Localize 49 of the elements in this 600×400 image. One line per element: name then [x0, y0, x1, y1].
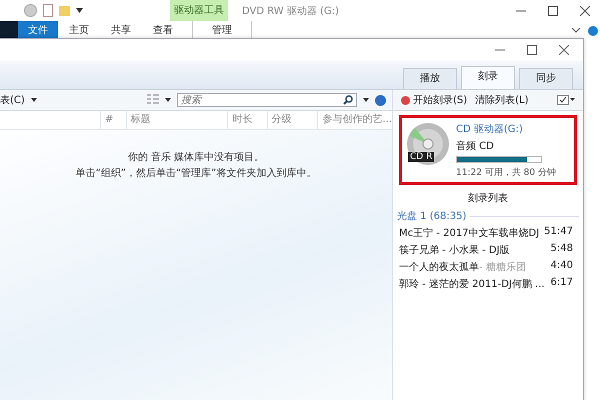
- ribbon-tab[interactable]: 主页: [58, 21, 100, 40]
- track-title[interactable]: 一个人的夜太孤单- 糖糖乐团: [399, 260, 526, 274]
- help-icon[interactable]: [588, 26, 598, 36]
- burn-options-icon[interactable]: [557, 95, 575, 105]
- close-icon[interactable]: [580, 6, 590, 16]
- close-icon[interactable]: [559, 45, 569, 55]
- player-tab[interactable]: 播放: [403, 68, 457, 89]
- caret-icon[interactable]: [76, 8, 83, 13]
- player-tab[interactable]: 刻录: [461, 66, 515, 89]
- search-input[interactable]: 搜索: [181, 94, 343, 106]
- disc-header: 光盘 1 (68:35): [397, 210, 466, 223]
- track-duration: 4:40: [550, 260, 573, 273]
- window-title: DVD RW 驱动器 (G:): [242, 4, 339, 18]
- properties-icon[interactable]: [43, 4, 53, 17]
- view-options-icon[interactable]: [147, 94, 159, 106]
- burn-list-title: 刻录列表: [467, 192, 509, 205]
- column-header[interactable]: 参与创作的艺...: [317, 111, 392, 129]
- caret-icon[interactable]: [363, 98, 369, 102]
- drive-name: CD 驱动器(G:): [456, 123, 524, 136]
- ribbon-tab[interactable]: 查看: [142, 21, 184, 40]
- clear-list-button[interactable]: 清除列表(L): [475, 93, 529, 107]
- chevron-icon[interactable]: [572, 28, 580, 33]
- help-icon[interactable]: [375, 94, 386, 106]
- search-icon[interactable]: [343, 95, 353, 105]
- track-duration: 6:17: [550, 277, 573, 290]
- maximize-icon[interactable]: [548, 6, 558, 16]
- empty-library-message: 你的 音乐 媒体库中没有项目。: [128, 150, 264, 164]
- maximize-icon[interactable]: [527, 45, 537, 55]
- track-duration: 5:48: [550, 243, 573, 256]
- track-title[interactable]: 郭玲 - 迷茫的爱 2011-DJ何鹏 ...: [399, 277, 545, 291]
- contextual-tab-group: 驱动器工具: [170, 0, 228, 21]
- start-burn-button[interactable]: 开始刻录(S): [401, 93, 468, 107]
- disc-type: 音频 CD: [456, 140, 495, 153]
- ribbon-tab[interactable]: 共享: [100, 21, 142, 40]
- column-header[interactable]: 分级: [266, 111, 318, 129]
- caret-icon[interactable]: [30, 98, 37, 102]
- player-tab[interactable]: 同步: [519, 68, 573, 89]
- track-title[interactable]: Mc王宁 - 2017中文车载串烧DJ: [399, 226, 540, 240]
- disc-label: CD R: [408, 152, 434, 162]
- column-header[interactable]: 标题: [126, 111, 228, 129]
- empty-library-message: 单击“组织”，然后单击“管理库”将文件夹加入到库中。: [76, 166, 316, 180]
- caret-icon[interactable]: [165, 98, 171, 102]
- organize-menu[interactable]: 表(C): [0, 93, 25, 107]
- column-header[interactable]: #: [100, 111, 126, 129]
- capacity-text: 11:22 可用，共 80 分钟: [456, 166, 556, 179]
- search-field[interactable]: 搜索: [177, 93, 357, 107]
- track-duration: 51:47: [544, 226, 573, 239]
- track-title[interactable]: 筷子兄弟 - 小水果 - DJ版: [399, 243, 510, 257]
- column-header[interactable]: 时长: [227, 111, 267, 129]
